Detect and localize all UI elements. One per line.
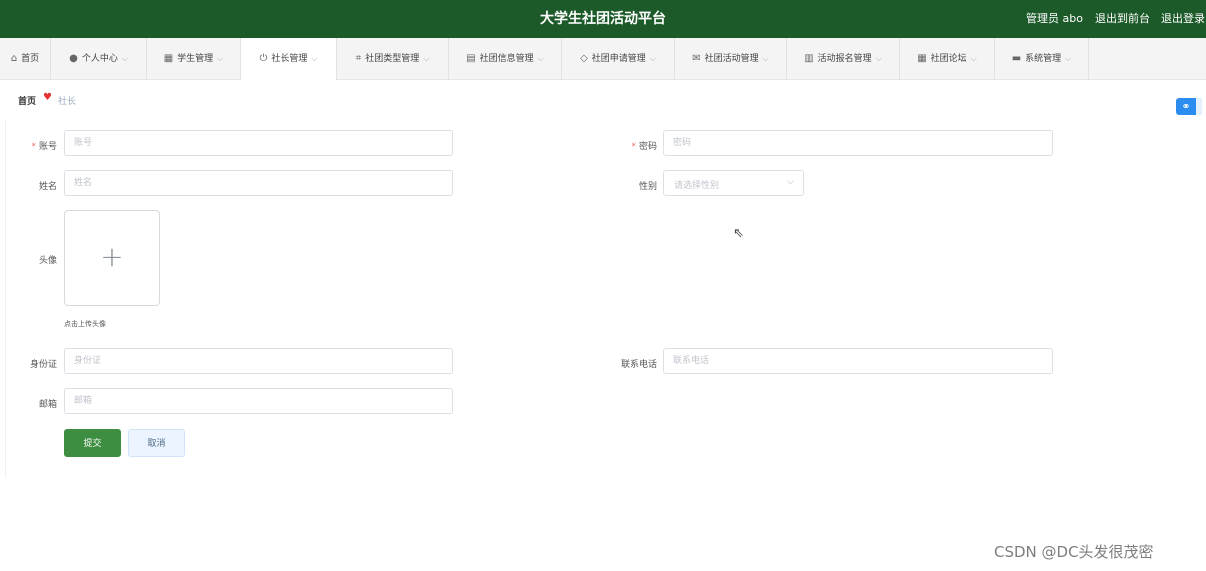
main-nav: ⌂ 首页 ● 个人中心 ⌵ ▦ 学生管理 ⌵ ⏻ 社长管理 ⌵ ⌗ 社团类型管理 ⌵ ▤ 社团信息管… [0, 38, 1206, 80]
avatar-upload-tip: 点击上传头像 [64, 320, 106, 328]
nav-label: 系统管理 [1025, 54, 1062, 64]
nav-label: 个人中心 [81, 54, 118, 64]
name-input[interactable] [64, 170, 453, 196]
top-header: 大学生社团活动平台 管理员 abo 退出到前台 退出登录 [0, 0, 1206, 38]
id-card-label: 身份证 [29, 360, 57, 370]
cancel-button[interactable]: 取消 [128, 429, 185, 457]
nav-label: 社长管理 [271, 54, 308, 64]
name-label: 姓名 [38, 182, 57, 192]
mail-icon: ✉ [692, 53, 701, 64]
nav-label: 首页 [21, 54, 40, 64]
float-tool-button[interactable]: ⚭ [1176, 98, 1202, 115]
nav-label: 社团信息管理 [479, 54, 534, 64]
nav-item-home[interactable]: ⌂ 首页 [0, 38, 51, 80]
avatar-label: 头像 [38, 256, 57, 266]
breadcrumb-home[interactable]: 首页 [18, 94, 36, 107]
required-mark: * [631, 142, 636, 152]
mouse-cursor-icon: ⇖ [733, 226, 744, 241]
person-icon: ● [69, 53, 78, 64]
breadcrumb-current: 社长 [58, 97, 77, 107]
table-icon: ▦ [917, 53, 927, 64]
watermark: CSDN @DC头发很茂密 [994, 543, 1154, 561]
home-icon: ⌂ [10, 53, 18, 64]
crop-icon: ⌗ [355, 53, 362, 64]
logout-link[interactable]: 退出登录 [1161, 0, 1205, 38]
president-form: *账号 *密码 姓名 性别 请选择性别 ⌵ 头像 + 点击上传头像 身份证 联系… [5, 120, 1201, 478]
chevron-down-icon: ⌵ [537, 54, 544, 63]
bar-chart-icon: ▥ [804, 53, 814, 64]
gender-label: 性别 [638, 182, 657, 192]
chevron-down-icon: ⌵ [970, 54, 977, 63]
chevron-down-icon: ⌵ [787, 177, 794, 187]
nav-item-club-application-management[interactable]: ◇ 社团申请管理 ⌵ [562, 38, 675, 80]
chevron-down-icon: ⌵ [121, 54, 128, 63]
account-input[interactable] [64, 130, 453, 156]
trash-icon: ▤ [466, 53, 476, 64]
password-label: * 密码 [606, 139, 657, 152]
gender-select-placeholder: 请选择性别 [674, 181, 720, 191]
required-mark: * [31, 142, 36, 152]
chevron-down-icon: ⌵ [875, 54, 882, 63]
nav-label: 活动报名管理 [817, 54, 872, 64]
account-label-text: 账号 [38, 142, 57, 152]
id-card-input[interactable] [64, 348, 453, 374]
phone-label: 联系电话 [620, 360, 657, 370]
avatar-upload[interactable]: + [64, 210, 160, 306]
nav-item-system-management[interactable]: ▬ 系统管理 ⌵ [995, 38, 1089, 80]
nav-item-activity-registration-management[interactable]: ▥ 活动报名管理 ⌵ [787, 38, 900, 80]
nav-label: 社团活动管理 [704, 54, 759, 64]
nav-item-club-activity-management[interactable]: ✉ 社团活动管理 ⌵ [675, 38, 787, 80]
nav-label: 社团论坛 [930, 54, 967, 64]
chevron-down-icon: ⌵ [1065, 54, 1072, 63]
submit-button[interactable]: 提交 [64, 429, 121, 457]
account-label: * 账号 [6, 139, 57, 152]
grid-icon: ▦ [163, 53, 174, 64]
gender-select[interactable]: 请选择性别 ⌵ [663, 170, 804, 196]
power-icon: ⏻ [259, 53, 268, 64]
nav-item-club-type-management[interactable]: ⌗ 社团类型管理 ⌵ [337, 38, 449, 80]
breadcrumb: 首页 ♥ 社长 [5, 84, 1201, 116]
share-icon: ⚭ [1181, 100, 1191, 113]
nav-item-student-management[interactable]: ▦ 学生管理 ⌵ [147, 38, 241, 80]
nav-item-president-management[interactable]: ⏻ 社长管理 ⌵ [241, 38, 337, 80]
nav-item-club-forum[interactable]: ▦ 社团论坛 ⌵ [900, 38, 995, 80]
back-to-front-link[interactable]: 退出到前台 [1095, 0, 1150, 38]
chevron-down-icon: ⌵ [423, 54, 430, 63]
phone-input[interactable] [663, 348, 1053, 374]
chevron-down-icon: ⌵ [649, 54, 656, 63]
email-label: 邮箱 [38, 400, 57, 410]
heart-icon: ♥ [43, 92, 52, 103]
menu-icon: ▬ [1011, 53, 1022, 64]
nav-label: 社团申请管理 [591, 54, 646, 64]
nav-label: 学生管理 [177, 54, 214, 64]
password-input[interactable] [663, 130, 1053, 156]
chevron-down-icon: ⌵ [311, 54, 318, 63]
email-input[interactable] [64, 388, 453, 414]
password-label-text: 密码 [638, 142, 657, 152]
nav-item-personal-center[interactable]: ● 个人中心 ⌵ [51, 38, 147, 80]
nav-item-club-info-management[interactable]: ▤ 社团信息管理 ⌵ [449, 38, 562, 80]
plus-icon: + [100, 240, 124, 273]
compass-icon: ◇ [580, 53, 588, 64]
chevron-down-icon: ⌵ [217, 54, 224, 63]
admin-label: 管理员 abo [1026, 12, 1083, 25]
chevron-down-icon: ⌵ [762, 54, 769, 63]
nav-label: 社团类型管理 [365, 54, 420, 64]
